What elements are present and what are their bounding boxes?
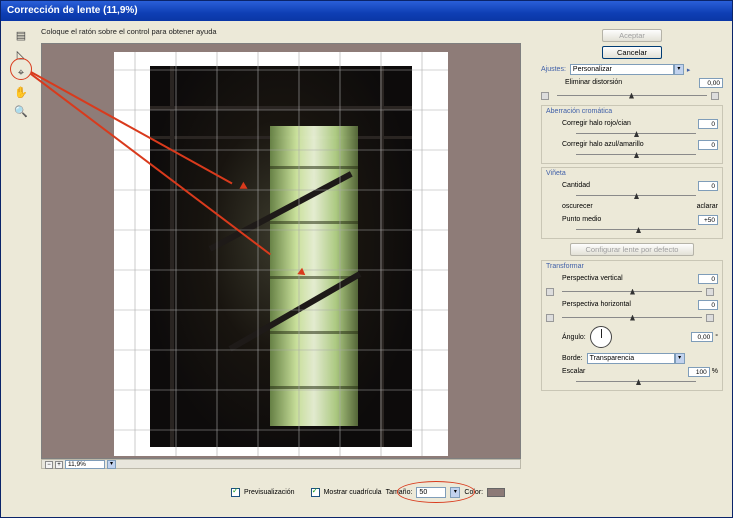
zoom-control: − + 11,9% ▾ — [45, 460, 129, 469]
settings-menu-icon[interactable]: ▸ — [687, 66, 691, 74]
zoom-out-button[interactable]: − — [45, 460, 53, 469]
window-title: Corrección de lente (11,9%) — [1, 1, 732, 21]
ok-button[interactable]: Aceptar — [602, 29, 662, 42]
cancel-button[interactable]: Cancelar — [602, 46, 662, 59]
scale-input[interactable]: 100 — [687, 366, 710, 377]
settings-label: Ajustes: — [541, 66, 566, 73]
help-hint: Coloque el ratón sobre el control para o… — [41, 27, 217, 36]
blue-yellow-input[interactable]: 0 — [698, 139, 718, 150]
scale-slider[interactable] — [576, 378, 696, 386]
midpoint-slider[interactable] — [576, 226, 696, 234]
vertical-perspective-input[interactable]: 0 — [698, 273, 718, 284]
vignette-amount-slider[interactable] — [576, 192, 696, 200]
pincushion-icon — [541, 91, 549, 100]
vertical-perspective-slider[interactable] — [562, 288, 702, 296]
chromatic-aberration-group: Aberración cromática Corregir halo rojo/… — [541, 105, 723, 164]
lens-correction-dialog: Corrección de lente (11,9%) ▤ ◺ ⌖ ✋ 🔍 Co… — [0, 0, 733, 518]
size-highlight-circle — [397, 481, 475, 503]
chromatic-aberration-title: Aberración cromática — [546, 108, 613, 115]
horizontal-perspective-input[interactable]: 0 — [698, 299, 718, 310]
preview-canvas[interactable] — [41, 43, 521, 459]
zoom-tool-icon[interactable]: 🔍 — [13, 103, 29, 119]
remove-distortion-slider[interactable] — [557, 92, 707, 100]
angle-input[interactable]: 0,00 — [691, 332, 714, 342]
angle-unit: ° — [715, 333, 718, 341]
set-lens-default-button[interactable]: Configurar lente por defecto — [570, 243, 694, 256]
zoom-in-button[interactable]: + — [55, 460, 63, 469]
midpoint-label: Punto medio — [562, 216, 602, 223]
blue-yellow-label: Corregir halo azul/amarillo — [562, 141, 644, 148]
vignette-amount-input[interactable]: 0 — [698, 180, 718, 191]
angle-dial[interactable] — [589, 326, 612, 348]
remove-distortion-input[interactable]: 0,00 — [699, 77, 723, 88]
grid-color-swatch[interactable] — [487, 488, 506, 497]
vertical-right-icon — [706, 287, 714, 296]
zoom-dropdown-arrow[interactable]: ▾ — [107, 460, 116, 469]
horizontal-perspective-label: Perspectiva horizontal — [562, 301, 631, 308]
vertical-perspective-label: Perspectiva vertical — [562, 275, 623, 282]
edge-select[interactable]: Transparencia — [586, 353, 675, 364]
settings-panel: Aceptar Cancelar Ajustes: Personalizar ▾… — [541, 29, 723, 394]
angle-label: Ángulo: — [562, 333, 586, 341]
vignette-amount-label: Cantidad — [562, 182, 591, 189]
vertical-left-icon — [546, 287, 554, 296]
transform-group: Transformar Perspectiva vertical 0 Persp… — [541, 260, 723, 391]
blue-yellow-slider[interactable] — [576, 151, 696, 159]
settings-select[interactable]: Personalizar — [569, 64, 674, 75]
transform-title: Transformar — [546, 263, 584, 270]
show-grid-checkbox[interactable] — [310, 486, 320, 497]
edge-label: Borde: — [562, 355, 583, 362]
edge-select-arrow[interactable]: ▾ — [674, 353, 685, 364]
preview-checkbox[interactable] — [231, 486, 240, 497]
grid-overlay — [114, 52, 448, 456]
preview-label: Previsualización — [244, 489, 295, 496]
red-cyan-label: Corregir halo rojo/cian — [562, 120, 631, 127]
horizontal-right-icon — [706, 313, 714, 322]
horizontal-perspective-slider[interactable] — [562, 314, 702, 322]
scale-unit: % — [711, 368, 718, 375]
settings-select-arrow[interactable]: ▾ — [673, 64, 684, 75]
horizontal-left-icon — [546, 313, 554, 322]
zoom-value[interactable]: 11,9% — [65, 460, 105, 469]
lighten-label: aclarar — [696, 203, 718, 210]
midpoint-input[interactable]: +50 — [698, 214, 718, 225]
remove-distortion-tool-icon[interactable]: ▤ — [13, 27, 29, 43]
hand-tool-icon[interactable]: ✋ — [13, 84, 29, 100]
vignette-group: Viñeta Cantidad 0 oscurecer aclarar Punt… — [541, 167, 723, 239]
vignette-title: Viñeta — [546, 170, 566, 177]
show-grid-label: Mostrar cuadrícula — [323, 489, 382, 496]
scale-label: Escalar — [562, 368, 586, 375]
remove-distortion-label: Eliminar distorsión — [565, 79, 623, 86]
tool-highlight-circle — [10, 58, 32, 80]
red-cyan-slider[interactable] — [576, 130, 696, 138]
red-cyan-input[interactable]: 0 — [698, 118, 718, 129]
barrel-icon — [711, 91, 719, 100]
darken-label: oscurecer — [562, 203, 593, 210]
